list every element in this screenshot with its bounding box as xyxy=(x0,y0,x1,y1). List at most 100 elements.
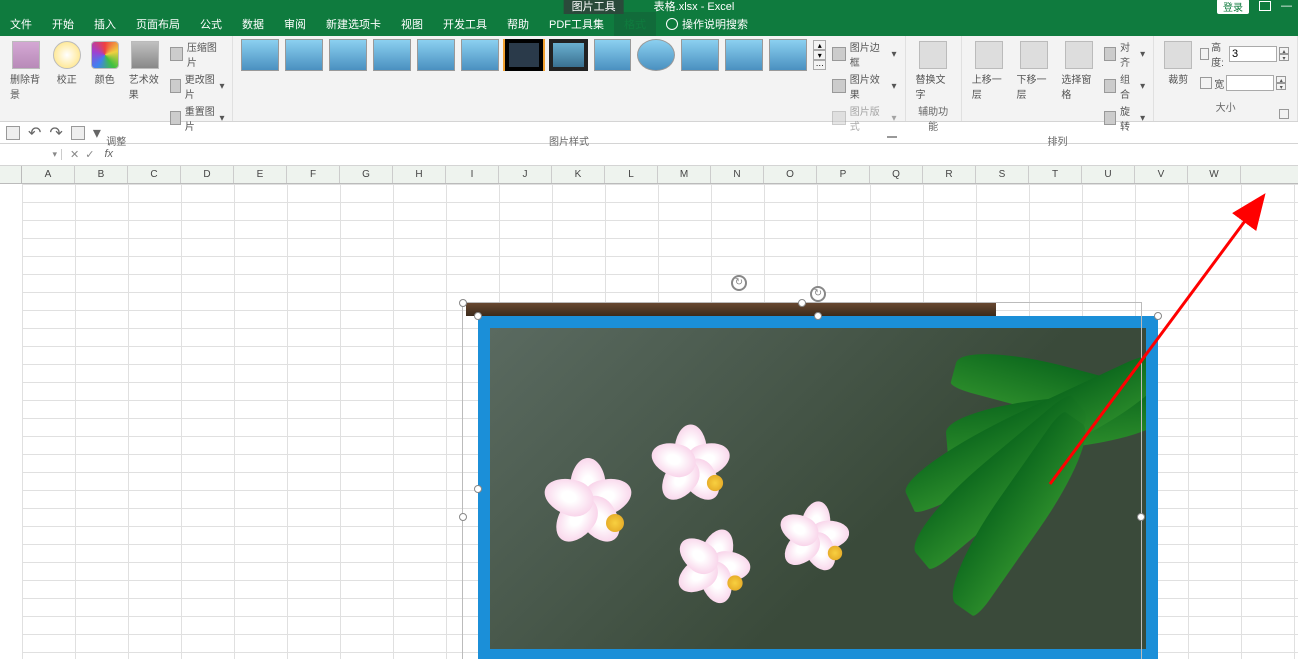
width-up[interactable]: ▴ xyxy=(1276,76,1286,83)
column-header-G[interactable]: G xyxy=(340,166,393,183)
style-thumb-11[interactable] xyxy=(681,39,719,71)
style-thumb-1[interactable] xyxy=(241,39,279,71)
artistic-effects-button[interactable]: 艺术效果 xyxy=(127,39,164,103)
column-header-R[interactable]: R xyxy=(923,166,976,183)
tab-view[interactable]: 视图 xyxy=(391,12,433,36)
send-backward-button[interactable]: 下移一层 xyxy=(1015,39,1054,103)
style-thumb-4[interactable] xyxy=(373,39,411,71)
corrections-button[interactable]: 校正 xyxy=(51,39,83,88)
minimize-icon[interactable]: — xyxy=(1281,0,1292,12)
column-header-T[interactable]: T xyxy=(1029,166,1082,183)
tab-formulas[interactable]: 公式 xyxy=(190,12,232,36)
height-down[interactable]: ▾ xyxy=(1279,54,1289,61)
alt-text-button[interactable]: 替换文字 xyxy=(914,39,953,103)
style-thumb-2[interactable] xyxy=(285,39,323,71)
column-header-U[interactable]: U xyxy=(1082,166,1135,183)
width-input[interactable] xyxy=(1226,75,1274,91)
crop-button[interactable]: 裁剪 xyxy=(1162,39,1194,88)
cancel-formula-icon[interactable]: ✕ xyxy=(70,148,79,161)
style-thumb-6[interactable] xyxy=(461,39,499,71)
outer-handle-e[interactable] xyxy=(1137,513,1145,521)
style-thumb-13[interactable] xyxy=(769,39,807,71)
style-thumb-12[interactable] xyxy=(725,39,763,71)
qat-save-icon[interactable] xyxy=(6,126,20,140)
bring-forward-button[interactable]: 上移一层 xyxy=(970,39,1009,103)
tab-home[interactable]: 开始 xyxy=(42,12,84,36)
picture-layout-button[interactable]: 图片版式▾ xyxy=(832,103,896,133)
tellme-search[interactable]: 操作说明搜索 xyxy=(656,12,758,36)
login-button[interactable]: 登录 xyxy=(1217,0,1249,14)
change-picture-button[interactable]: 更改图片▾ xyxy=(170,71,225,101)
style-thumb-10[interactable] xyxy=(637,39,675,71)
enter-formula-icon[interactable]: ✓ xyxy=(85,148,94,161)
column-header-A[interactable]: A xyxy=(22,166,75,183)
ribbon-display-icon[interactable] xyxy=(1259,1,1271,11)
align-button[interactable]: 对齐▾ xyxy=(1104,39,1145,69)
column-header-K[interactable]: K xyxy=(552,166,605,183)
column-header-J[interactable]: J xyxy=(499,166,552,183)
qat-icon-4[interactable] xyxy=(71,126,85,140)
qat-more-icon[interactable]: ▾ xyxy=(93,123,101,143)
color-button[interactable]: 颜色 xyxy=(89,39,121,88)
select-all-corner[interactable] xyxy=(0,166,22,183)
column-header-C[interactable]: C xyxy=(128,166,181,183)
column-header-Q[interactable]: Q xyxy=(870,166,923,183)
width-down[interactable]: ▾ xyxy=(1276,83,1286,90)
qat-undo-icon[interactable]: ↶ xyxy=(28,123,41,143)
tab-newtab[interactable]: 新建选项卡 xyxy=(316,12,391,36)
selection-pane-button[interactable]: 选择窗格 xyxy=(1059,39,1098,103)
fx-icon[interactable]: fx xyxy=(100,148,113,161)
column-header-E[interactable]: E xyxy=(234,166,287,183)
tab-format[interactable]: 格式 xyxy=(614,12,656,36)
tab-help[interactable]: 帮助 xyxy=(497,12,539,36)
column-header-I[interactable]: I xyxy=(446,166,499,183)
gallery-more-button[interactable]: ▴▾⋯ xyxy=(813,40,826,70)
height-input[interactable] xyxy=(1229,46,1277,62)
outer-handle-w[interactable] xyxy=(459,513,467,521)
tab-developer[interactable]: 开发工具 xyxy=(433,12,497,36)
resize-handle-ne[interactable] xyxy=(1154,312,1162,320)
picture-effects-button[interactable]: 图片效果▾ xyxy=(832,71,896,101)
worksheet-grid[interactable]: ↻ ↻ xyxy=(0,184,1298,659)
column-header-M[interactable]: M xyxy=(658,166,711,183)
remove-background-button[interactable]: 删除背景 xyxy=(8,39,45,103)
tab-data[interactable]: 数据 xyxy=(232,12,274,36)
compress-pictures-button[interactable]: 压缩图片 xyxy=(170,39,225,69)
style-thumb-3[interactable] xyxy=(329,39,367,71)
tab-review[interactable]: 审阅 xyxy=(274,12,316,36)
column-header-H[interactable]: H xyxy=(393,166,446,183)
height-up[interactable]: ▴ xyxy=(1279,47,1289,54)
column-header-L[interactable]: L xyxy=(605,166,658,183)
style-thumb-9[interactable] xyxy=(594,39,632,71)
column-header-P[interactable]: P xyxy=(817,166,870,183)
outer-handle-n[interactable] xyxy=(798,299,806,307)
picture-border-button[interactable]: 图片边框▾ xyxy=(832,39,896,69)
column-header-N[interactable]: N xyxy=(711,166,764,183)
style-thumb-8[interactable] xyxy=(549,39,587,71)
rotate-button[interactable]: 旋转▾ xyxy=(1104,103,1145,133)
rotation-handle-inner[interactable]: ↻ xyxy=(810,286,826,302)
column-header-V[interactable]: V xyxy=(1135,166,1188,183)
styles-dialog-launcher[interactable] xyxy=(887,136,897,138)
name-box[interactable]: ▾ xyxy=(0,149,62,160)
picture-style-gallery[interactable]: ▴▾⋯ xyxy=(241,39,826,71)
outer-handle-nw[interactable] xyxy=(459,299,467,307)
size-dialog-launcher[interactable] xyxy=(1279,109,1289,119)
group-objects-button[interactable]: 组合▾ xyxy=(1104,71,1145,101)
tab-pagelayout[interactable]: 页面布局 xyxy=(126,12,190,36)
outer-selection-box[interactable]: ↻ xyxy=(462,302,1142,659)
column-header-B[interactable]: B xyxy=(75,166,128,183)
rotation-handle-outer[interactable]: ↻ xyxy=(731,275,747,291)
tab-file[interactable]: 文件 xyxy=(0,12,42,36)
column-header-W[interactable]: W xyxy=(1188,166,1241,183)
chevron-down-icon[interactable]: ▾ xyxy=(52,149,57,160)
style-thumb-7[interactable] xyxy=(505,39,543,71)
tab-insert[interactable]: 插入 xyxy=(84,12,126,36)
column-header-O[interactable]: O xyxy=(764,166,817,183)
style-thumb-5[interactable] xyxy=(417,39,455,71)
column-header-S[interactable]: S xyxy=(976,166,1029,183)
tab-pdf[interactable]: PDF工具集 xyxy=(539,12,614,36)
reset-picture-button[interactable]: 重置图片▾ xyxy=(170,103,225,133)
column-header-F[interactable]: F xyxy=(287,166,340,183)
qat-redo-icon[interactable]: ↷ xyxy=(49,123,62,143)
